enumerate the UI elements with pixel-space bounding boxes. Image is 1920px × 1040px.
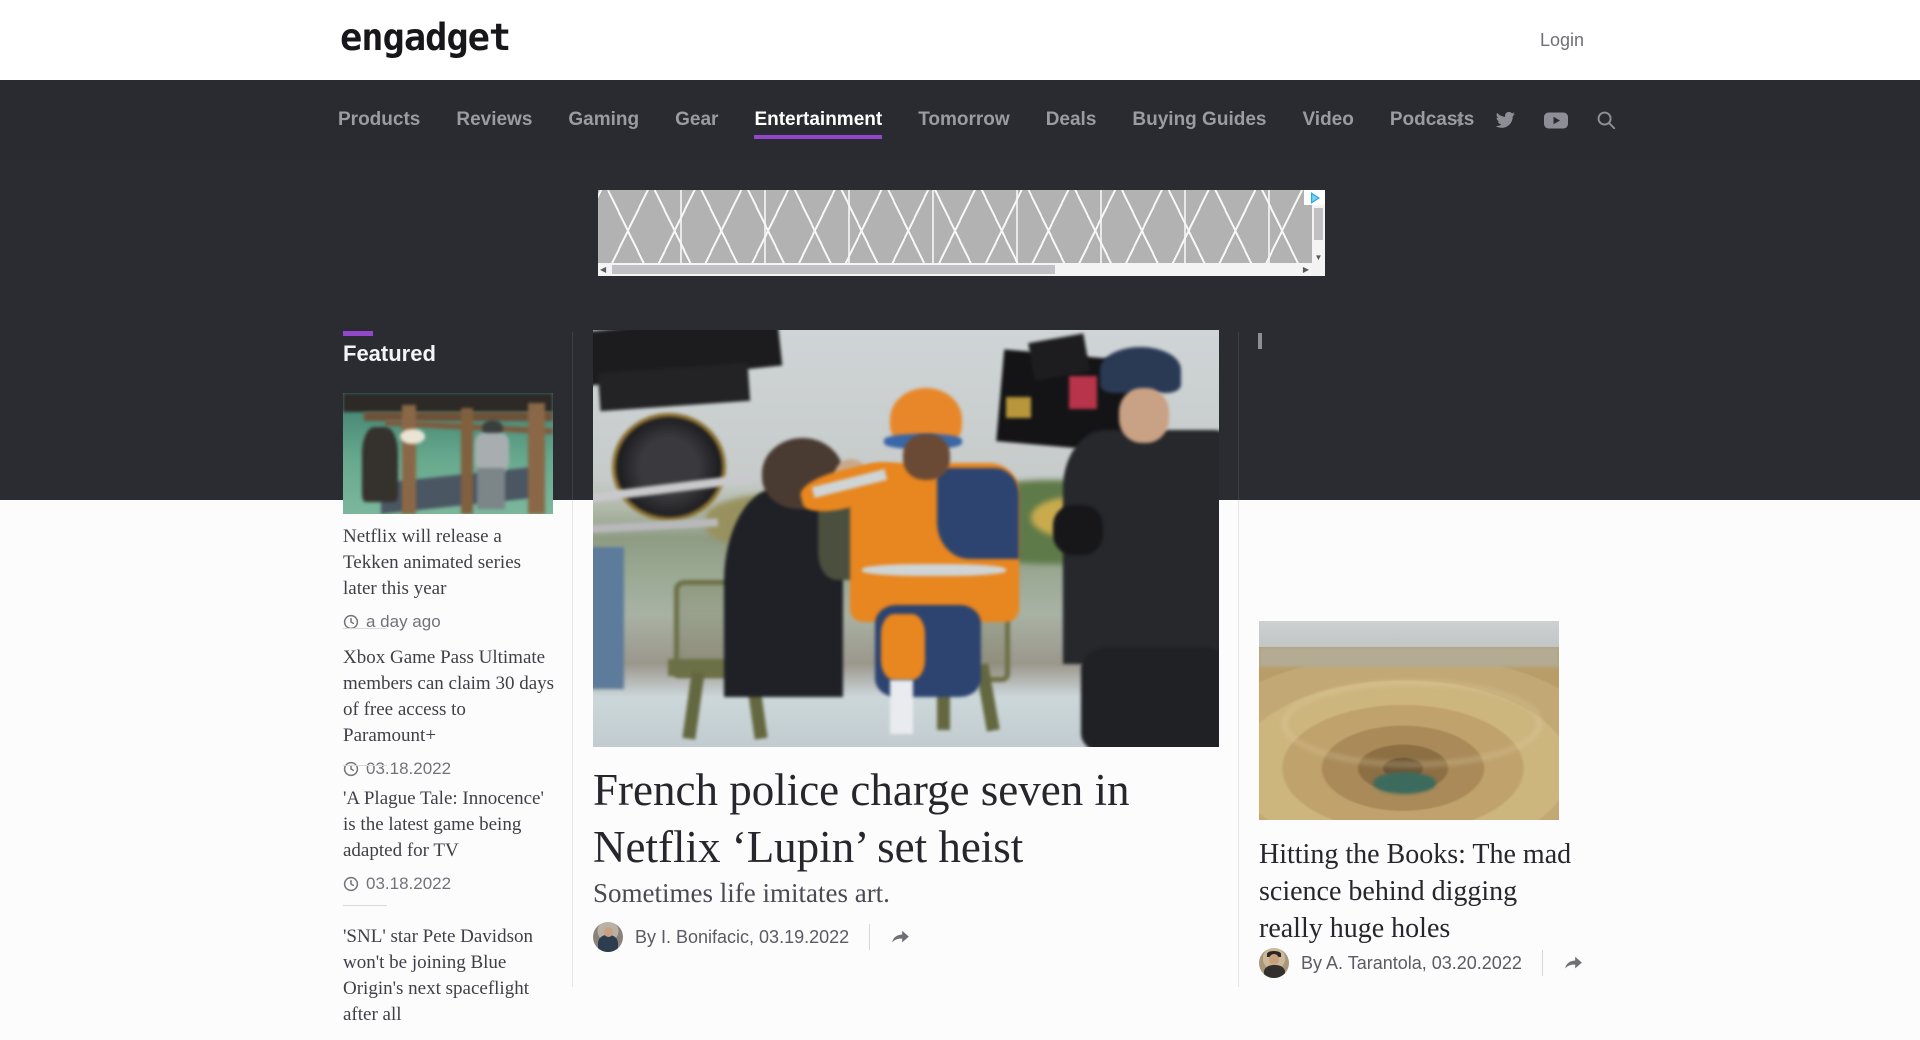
featured-item-2: Xbox Game Pass Ultimate members can clai… xyxy=(343,645,559,779)
camera-lens xyxy=(612,413,726,521)
main-article-byline: By I. Bonifacic, 03.19.2022 xyxy=(593,922,911,952)
share-icon xyxy=(1563,953,1584,973)
photo-shape xyxy=(1100,347,1181,393)
clock-icon xyxy=(343,761,359,777)
right-column-accent-stub xyxy=(1258,333,1262,349)
photo-shape xyxy=(528,403,545,514)
nav-item-tomorrow[interactable]: Tomorrow xyxy=(918,80,1009,160)
author-avatar[interactable] xyxy=(593,922,623,952)
nav-item-products[interactable]: Products xyxy=(338,80,420,160)
nav-list: Products Reviews Gaming Gear Entertainme… xyxy=(338,80,1474,160)
search-icon[interactable] xyxy=(1595,108,1618,132)
main-article-subtitle: Sometimes life imitates art. xyxy=(593,878,1233,909)
photo-shape xyxy=(400,429,425,444)
ad-scroll-right-arrow[interactable]: ▶ xyxy=(1303,265,1309,274)
nav-item-reviews[interactable]: Reviews xyxy=(456,80,532,160)
featured-item-timestamp: 03.18.2022 xyxy=(366,874,451,894)
photo-shape xyxy=(1006,397,1031,418)
byline-text: By A. Tarantola, 03.20.2022 xyxy=(1301,953,1522,974)
ad-horizontal-scrollbar[interactable]: ◀ ▶ xyxy=(598,263,1312,276)
main-right-divider xyxy=(1238,332,1239,987)
nav-item-video[interactable]: Video xyxy=(1302,80,1353,160)
share-button[interactable] xyxy=(890,927,911,947)
main-article-title[interactable]: French police charge seven in Netflix ‘L… xyxy=(593,762,1233,876)
login-link[interactable]: Login xyxy=(1540,30,1584,51)
photo-shape xyxy=(903,434,950,480)
sidebar-item-divider xyxy=(343,628,387,629)
featured-item-title[interactable]: 'SNL' star Pete Davidson won't be joinin… xyxy=(343,924,559,1028)
ad-banner[interactable]: ▼ ◀ ▶ xyxy=(598,190,1325,276)
featured-item-meta: 03.18.2022 xyxy=(343,759,559,779)
main-article-image[interactable] xyxy=(593,330,1219,747)
photo-shape xyxy=(862,564,1006,577)
engadget-entertainment-page: engadget Login Products Reviews Gaming G… xyxy=(0,0,1920,1040)
photo-shape xyxy=(402,405,417,514)
featured-item-meta: 03.18.2022 xyxy=(343,874,559,894)
nav-item-gear[interactable]: Gear xyxy=(675,80,718,160)
photo-shape xyxy=(343,393,553,412)
photo-shape xyxy=(1283,681,1541,767)
share-button[interactable] xyxy=(1563,953,1584,973)
featured-accent-bar xyxy=(343,331,373,336)
sidebar-divider xyxy=(572,332,573,987)
engadget-logo[interactable]: engadget xyxy=(340,16,510,59)
nav-item-gaming[interactable]: Gaming xyxy=(568,80,639,160)
featured-item-3: 'A Plague Tale: Innocence' is the latest… xyxy=(343,786,559,894)
photo-shape xyxy=(937,468,1018,560)
featured-item-4: 'SNL' star Pete Davidson won't be joinin… xyxy=(343,924,559,1040)
featured-item-title[interactable]: Netflix will release a Tekken animated s… xyxy=(343,524,559,602)
nav-item-buying-guides[interactable]: Buying Guides xyxy=(1132,80,1266,160)
nav-item-deals[interactable]: Deals xyxy=(1046,80,1097,160)
secondary-article-byline: By A. Tarantola, 03.20.2022 xyxy=(1259,948,1584,978)
photo-shape xyxy=(1081,647,1219,747)
nav-social-icons xyxy=(1452,80,1618,160)
secondary-article-image[interactable] xyxy=(1259,621,1559,820)
photo-shape xyxy=(1069,376,1097,409)
featured-item-1: Netflix will release a Tekken animated s… xyxy=(343,524,559,632)
photo-shape xyxy=(1259,621,1559,647)
photo-shape xyxy=(1119,388,1169,442)
ad-vertical-scrollbar[interactable]: ▼ xyxy=(1312,205,1325,263)
sidebar-item-divider xyxy=(343,905,387,906)
featured-item-title[interactable]: Xbox Game Pass Ultimate members can clai… xyxy=(343,645,559,749)
clock-icon xyxy=(343,876,359,892)
featured-item-title[interactable]: 'A Plague Tale: Innocence' is the latest… xyxy=(343,786,559,864)
main-navbar: Products Reviews Gaming Gear Entertainme… xyxy=(0,80,1920,161)
anime-figure xyxy=(475,433,509,472)
site-header: engadget Login xyxy=(0,0,1920,80)
share-icon xyxy=(890,927,911,947)
featured-item-meta: a day ago xyxy=(343,612,559,632)
sidebar-item-divider xyxy=(343,765,387,766)
photo-shape xyxy=(461,408,474,514)
ad-horizontal-scroll-thumb[interactable] xyxy=(612,265,1055,274)
ad-vertical-scroll-thumb[interactable] xyxy=(1314,208,1323,240)
secondary-article-title[interactable]: Hitting the Books: The mad science behin… xyxy=(1259,836,1581,947)
anime-figure xyxy=(477,468,504,509)
photo-shape xyxy=(890,680,913,734)
photo-shape xyxy=(1259,647,1559,667)
featured-heading: Featured xyxy=(343,341,436,367)
author-avatar[interactable] xyxy=(1259,948,1289,978)
photo-shape xyxy=(881,614,925,681)
anime-figure xyxy=(362,427,398,502)
byline-divider xyxy=(869,924,870,950)
byline-divider xyxy=(1542,950,1543,976)
photo-shape xyxy=(1053,505,1103,555)
nav-item-entertainment[interactable]: Entertainment xyxy=(754,80,882,160)
featured-item-timestamp: a day ago xyxy=(366,612,441,632)
facebook-icon[interactable] xyxy=(1452,108,1467,132)
twitter-icon[interactable] xyxy=(1493,108,1517,132)
youtube-icon[interactable] xyxy=(1543,108,1569,132)
ad-scroll-left-arrow[interactable]: ◀ xyxy=(600,265,606,274)
featured-thumbnail-tekken[interactable] xyxy=(343,393,553,514)
photo-shape xyxy=(1373,772,1436,794)
ad-scroll-down-arrow[interactable]: ▼ xyxy=(1312,253,1325,262)
featured-item-timestamp: 03.18.2022 xyxy=(366,759,451,779)
photo-shape xyxy=(593,547,624,689)
ad-placeholder-pattern[interactable] xyxy=(598,190,1312,263)
adchoices-icon[interactable] xyxy=(1304,190,1325,205)
byline-text: By I. Bonifacic, 03.19.2022 xyxy=(635,927,849,948)
